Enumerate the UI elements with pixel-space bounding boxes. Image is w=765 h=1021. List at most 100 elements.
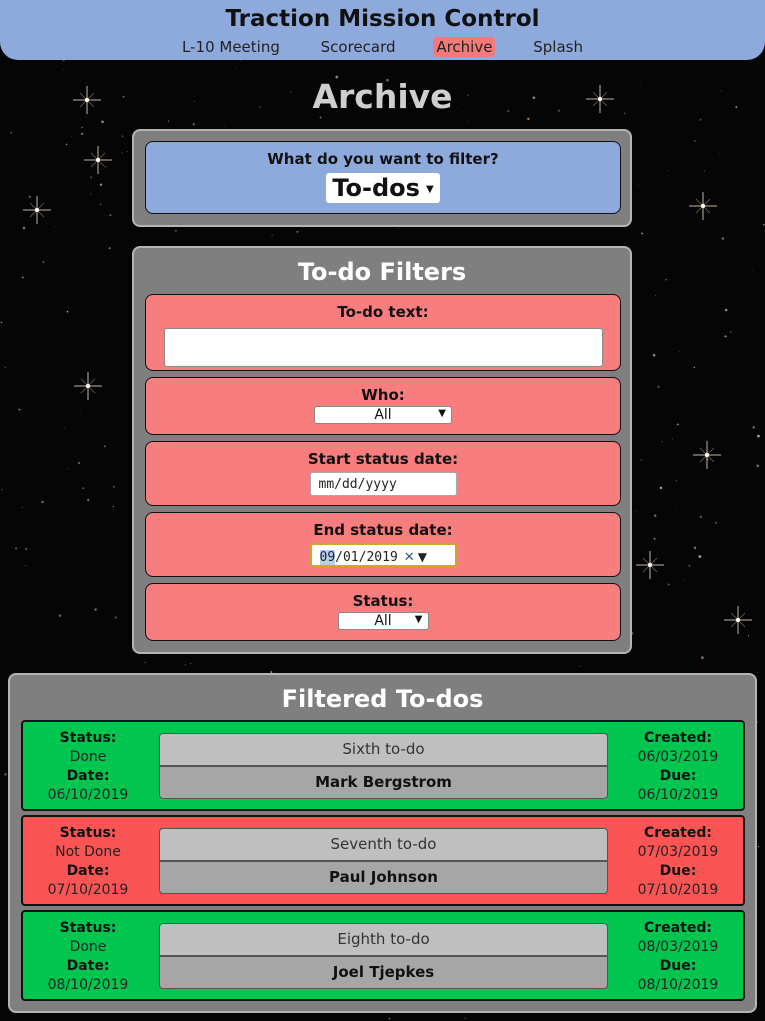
star xyxy=(25,565,27,566)
star xyxy=(705,528,706,530)
todo-filters-title: To-do Filters xyxy=(297,258,467,286)
todo-text: Eighth to-do xyxy=(159,923,608,956)
star xyxy=(683,580,685,581)
triangle-down-icon: ▼ xyxy=(438,408,446,419)
sparkle-star xyxy=(84,146,112,174)
todo-text-label: To-do text: xyxy=(337,303,429,321)
todo-text: Seventh to-do xyxy=(159,828,608,861)
who-label: Who: xyxy=(361,386,405,404)
star xyxy=(747,635,750,637)
star xyxy=(714,521,717,524)
star xyxy=(4,773,7,776)
star xyxy=(703,170,705,172)
star xyxy=(675,480,677,482)
end-date-rest: /01/2019 xyxy=(335,550,398,565)
todo-text-filter: To-do text: xyxy=(145,294,621,371)
todo-dates-block: Created: 08/03/2019 Due: 08/10/2019 xyxy=(613,919,743,995)
star xyxy=(693,546,697,550)
star xyxy=(189,663,192,665)
who-value: All xyxy=(374,407,392,423)
triangle-down-icon[interactable]: ▼ xyxy=(418,550,427,564)
star xyxy=(667,433,668,435)
sparkle-star xyxy=(689,192,717,220)
star xyxy=(4,366,7,369)
triangle-down-icon: ▼ xyxy=(425,183,434,195)
sparkle-star xyxy=(23,196,51,224)
star xyxy=(271,234,273,236)
star xyxy=(89,176,93,179)
star xyxy=(79,412,81,414)
star xyxy=(99,203,102,206)
star xyxy=(1,488,4,491)
todo-dates-block: Created: 06/03/2019 Due: 06/10/2019 xyxy=(613,729,743,805)
filter-type-select[interactable]: To-dos ▼ xyxy=(326,173,440,203)
status-value: All xyxy=(374,613,392,629)
nav-archive[interactable]: Archive xyxy=(433,37,496,57)
todo-text-input[interactable] xyxy=(163,328,603,367)
star xyxy=(175,230,177,232)
todo-card[interactable]: Status: Done Date: 06/10/2019 Sixth to-d… xyxy=(21,720,745,811)
status-value: Done xyxy=(69,939,107,955)
star xyxy=(10,132,12,134)
star xyxy=(319,116,322,119)
star xyxy=(68,468,70,470)
status-value: Not Done xyxy=(55,844,121,860)
start-date-input[interactable]: mm/dd/yyyy xyxy=(309,472,457,496)
filter-type-box: What do you want to filter? To-dos ▼ xyxy=(145,141,621,214)
star xyxy=(108,247,111,249)
todo-text: Sixth to-do xyxy=(159,733,608,766)
star xyxy=(699,515,702,519)
star xyxy=(90,193,92,195)
star xyxy=(109,214,112,216)
nav-scorecard[interactable]: Scorecard xyxy=(318,37,399,57)
who-select[interactable]: All ▼ xyxy=(314,406,452,424)
star xyxy=(22,276,24,279)
star xyxy=(752,426,755,429)
star xyxy=(665,278,667,281)
star xyxy=(763,223,765,226)
star xyxy=(25,548,28,550)
end-date-input[interactable]: 09/01/2019 ✕ ▼ xyxy=(309,543,457,567)
status-key: Status: xyxy=(59,920,117,936)
todo-card[interactable]: Status: Done Date: 08/10/2019 Eighth to-… xyxy=(21,910,745,1001)
filter-type-value: To-dos xyxy=(332,174,420,202)
todo-card[interactable]: Status: Not Done Date: 07/10/2019 Sevent… xyxy=(21,815,745,906)
app-title: Traction Mission Control xyxy=(225,6,540,32)
star xyxy=(729,331,732,333)
star xyxy=(103,445,106,448)
sparkle-star xyxy=(724,606,752,634)
star xyxy=(661,440,663,443)
star xyxy=(126,151,128,153)
sparkle-star xyxy=(693,441,721,469)
star xyxy=(99,183,103,186)
nav-l10-meeting[interactable]: L-10 Meeting xyxy=(179,37,283,57)
star xyxy=(112,335,113,337)
status-select[interactable]: All ▼ xyxy=(337,612,429,630)
star xyxy=(671,438,673,440)
date-value: 07/10/2019 xyxy=(47,882,129,898)
star xyxy=(106,166,108,168)
created-key: Created: xyxy=(644,920,712,936)
filtered-todos-title: Filtered To-dos xyxy=(281,685,484,713)
status-key: Status: xyxy=(59,730,117,746)
star xyxy=(640,459,643,461)
star xyxy=(675,506,677,508)
date-key: Date: xyxy=(66,958,110,974)
star xyxy=(65,143,68,146)
star xyxy=(42,261,45,264)
status-value: Done xyxy=(69,749,107,765)
star xyxy=(757,672,759,674)
star xyxy=(645,284,647,286)
star xyxy=(756,464,760,468)
star xyxy=(144,661,146,663)
due-value: 07/10/2019 xyxy=(637,882,719,898)
star xyxy=(114,616,117,619)
close-icon[interactable]: ✕ xyxy=(404,550,415,565)
star xyxy=(721,237,725,240)
star xyxy=(184,664,187,666)
star xyxy=(653,537,656,540)
todo-status-block: Status: Done Date: 08/10/2019 xyxy=(23,919,153,995)
star xyxy=(398,227,400,229)
todo-owner: Joel Tjepkes xyxy=(159,956,608,989)
nav-splash[interactable]: Splash xyxy=(530,37,586,57)
